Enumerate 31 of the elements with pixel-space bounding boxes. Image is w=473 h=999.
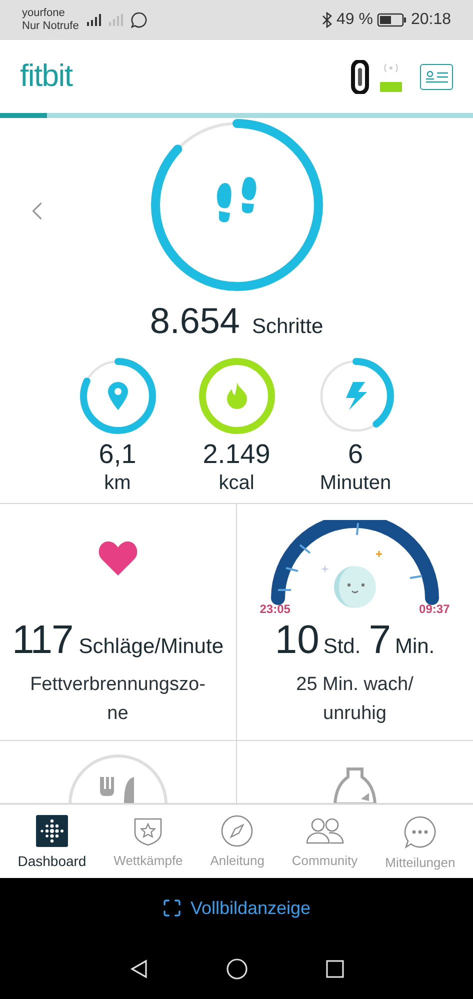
heart-zone-text: Fettverbrennungszo- <box>30 673 206 697</box>
carrier-name: yourfone <box>22 7 66 20</box>
battery-percent: 49 % <box>336 10 373 30</box>
nav-tab[interactable]: Anleitung <box>210 815 264 870</box>
steps-value: 8.654 <box>150 299 240 343</box>
nav-tab[interactable]: Mitteilungen <box>385 815 456 872</box>
heart-zone-text: ne <box>107 702 128 726</box>
sleep-end-time: 09:37 <box>419 600 450 618</box>
sleep-minutes-unit: Min. <box>394 634 435 660</box>
nav-tab[interactable]: Dashboard <box>18 815 86 872</box>
sleep-awake-text: unruhig <box>323 702 386 726</box>
network-status: Nur Notrufe <box>22 20 79 33</box>
heart-rate-unit: Schläge/Minute <box>78 634 224 660</box>
stat-value: 2.149 <box>202 438 270 470</box>
sleep-start-time: 23:05 <box>260 600 290 618</box>
sleep-awake-text: 25 Min. wach/ <box>296 673 414 697</box>
stat-unit: km <box>104 471 131 496</box>
stat-unit: kcal <box>218 471 254 496</box>
stat-value: 6,1 <box>98 438 136 470</box>
stat-unit: Minuten <box>320 471 392 496</box>
heart-rate-value: 117 <box>12 620 73 660</box>
steps-unit: Schritte <box>252 314 324 340</box>
sleep-minutes-value: 7 <box>368 620 391 660</box>
app-logo: fitbit <box>20 57 72 96</box>
sleep-hours-value: 10 <box>274 620 320 660</box>
fullscreen-button[interactable]: Vollbildanzeige <box>162 894 311 922</box>
sleep-hours-unit: Std. <box>323 634 361 660</box>
clock-time: 20:18 <box>410 10 451 30</box>
nav-tab[interactable]: Wettkämpfe <box>114 815 183 870</box>
nav-tab[interactable]: Community <box>292 815 358 870</box>
stat-value: 6 <box>348 438 364 470</box>
